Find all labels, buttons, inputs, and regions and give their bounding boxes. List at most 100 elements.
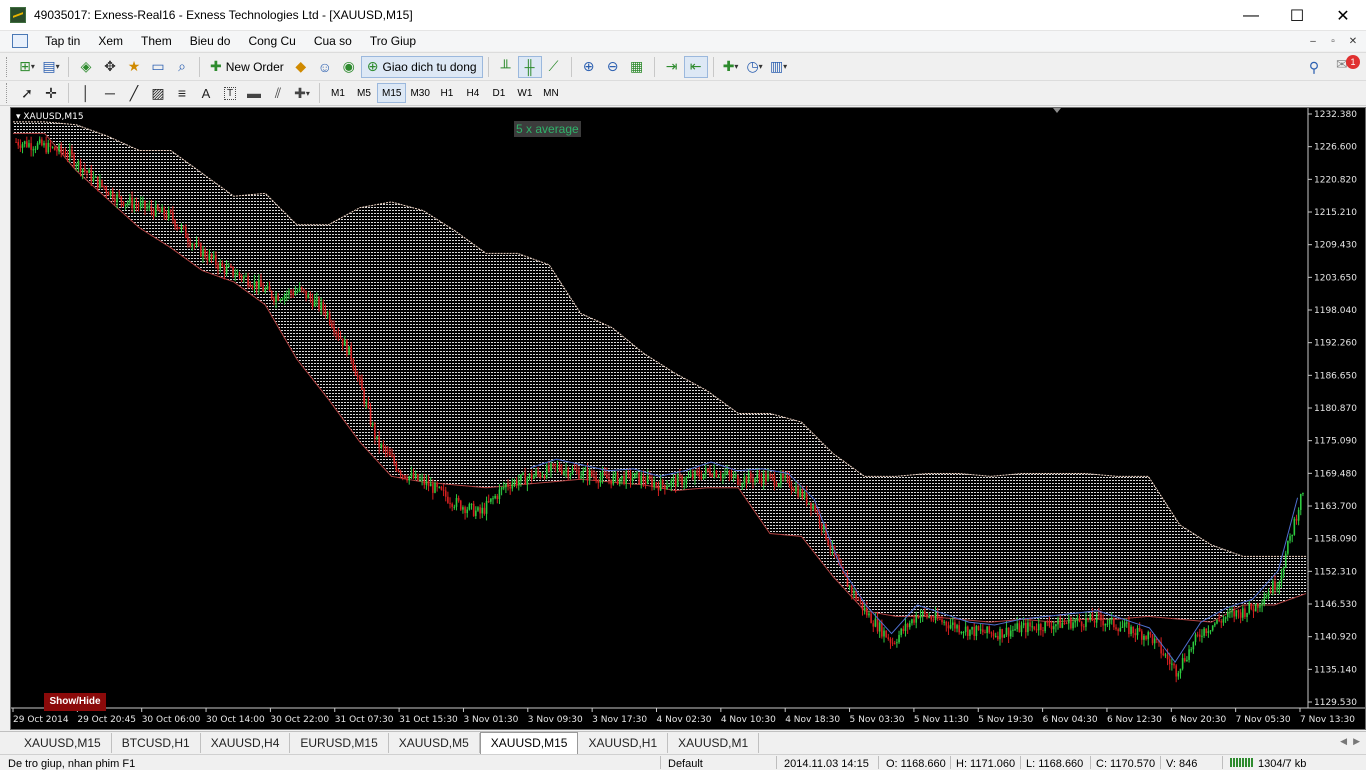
tab-xauusd-m5[interactable]: XAUUSD,M5 — [389, 732, 480, 753]
terminal-icon[interactable]: ▭ — [146, 56, 170, 78]
tab-xauusd-h1[interactable]: XAUUSD,H1 — [578, 732, 669, 753]
candle-body — [172, 212, 174, 220]
time-tick-label: 5 Nov 11:30 — [914, 715, 969, 725]
market-watch-icon[interactable]: ◈ — [74, 56, 98, 78]
minimize-button[interactable]: — — [1228, 0, 1274, 31]
zoom-out-icon[interactable]: ⊖ — [601, 56, 625, 78]
candle-body — [726, 471, 728, 474]
tab-xauusd-h4[interactable]: XAUUSD,H4 — [201, 732, 291, 753]
timeframe-w1[interactable]: W1 — [512, 83, 538, 103]
trendline-icon[interactable]: ╱ — [122, 82, 146, 104]
tile-windows-icon[interactable]: ▦ — [625, 56, 649, 78]
bar-chart-icon[interactable]: ╨ — [494, 56, 518, 78]
label-tool-button[interactable]: T — [218, 82, 242, 104]
time-tick-label: 6 Nov 04:30 — [1043, 715, 1098, 725]
notifications-icon[interactable]: ✉ 1 — [1336, 55, 1360, 78]
show-hide-button[interactable]: Show/Hide — [44, 693, 106, 711]
tab-xauusd-m15-1[interactable]: XAUUSD,M15 — [14, 732, 112, 753]
fibonacci-icon[interactable]: ≡ — [170, 82, 194, 104]
tab-scroll-left-icon[interactable]: ◀ — [1340, 736, 1347, 747]
mdi-minimize-button[interactable]: – — [1304, 33, 1322, 49]
candle-body — [1110, 618, 1113, 620]
cloud-bullish-segment — [1179, 524, 1212, 623]
tab-scroll-right-icon[interactable]: ▶ — [1353, 736, 1360, 747]
line-chart-icon[interactable]: ⟋ — [542, 56, 566, 78]
chart-window-icon[interactable] — [12, 34, 28, 48]
candle-body — [406, 478, 408, 481]
candle-body — [285, 293, 288, 295]
toolbar-right-tools: ⚲ ✉ 1 — [1302, 55, 1360, 78]
market-icon[interactable]: ◉ — [337, 56, 361, 78]
candle-body — [513, 480, 516, 484]
maximize-button[interactable]: ☐ — [1274, 0, 1320, 31]
mdi-restore-button[interactable]: ▫ — [1324, 33, 1342, 49]
candle-body — [1014, 629, 1016, 631]
menu-help[interactable]: Tro Giup — [361, 31, 425, 51]
timeframe-m5[interactable]: M5 — [351, 83, 377, 103]
timeframe-h1[interactable]: H1 — [434, 83, 460, 103]
tab-xauusd-m15-active[interactable]: XAUUSD,M15 — [479, 731, 579, 754]
vertical-line-icon[interactable]: │ — [74, 82, 98, 104]
horizontal-line-icon[interactable]: ─ — [98, 82, 122, 104]
candle-body — [382, 444, 385, 448]
timeframe-m30[interactable]: M30 — [406, 83, 433, 103]
periods-icon[interactable]: ◷ ▾ — [743, 56, 767, 78]
menu-file[interactable]: Tap tin — [36, 31, 89, 51]
timeframe-m15[interactable]: M15 — [377, 83, 407, 103]
close-button[interactable]: ✕ — [1320, 0, 1366, 31]
text-tool-button[interactable]: A — [194, 82, 218, 104]
cursor-icon[interactable]: ➚ — [15, 82, 39, 104]
indicators-icon[interactable]: ✚ ▾ — [719, 56, 743, 78]
candle-body — [1179, 668, 1182, 674]
chart-window[interactable]: 1232.380 1226.600 1220.820 1215.210 1209.430… — [10, 107, 1366, 730]
auto-scroll-icon[interactable]: ⇤ — [683, 55, 708, 78]
signals-icon[interactable]: ☺ — [313, 56, 337, 78]
timeframe-m1[interactable]: M1 — [325, 83, 351, 103]
data-window-icon[interactable]: ✥ — [98, 56, 122, 78]
toolbar-grip[interactable] — [6, 56, 9, 77]
templates-icon[interactable]: ▥ ▾ — [767, 56, 791, 78]
menu-tools[interactable]: Cong Cu — [239, 31, 304, 51]
candle-body — [86, 171, 88, 174]
candle-body — [797, 487, 799, 497]
tab-btcusd-h1[interactable]: BTCUSD,H1 — [112, 732, 201, 753]
candle-body — [1164, 654, 1167, 656]
menu-charts[interactable]: Bieu do — [181, 31, 240, 51]
rectangle-icon[interactable]: ▬ — [242, 82, 266, 104]
price-chart[interactable]: 1232.380 1226.600 1220.820 1215.210 1209.430… — [11, 108, 1365, 729]
candlestick-chart-icon[interactable]: ╫ — [517, 55, 542, 78]
strategy-tester-icon[interactable]: ⌕ — [170, 56, 194, 78]
menu-insert[interactable]: Them — [132, 31, 181, 51]
auto-trading-button[interactable]: ⊕ Giao dich tu dong — [360, 55, 483, 78]
candle-body — [1259, 605, 1261, 608]
menu-window[interactable]: Cua so — [305, 31, 361, 51]
crosshair-icon[interactable]: ✛ — [39, 82, 63, 104]
candle-body — [1102, 620, 1104, 626]
tab-xauusd-m1[interactable]: XAUUSD,M1 — [668, 732, 760, 753]
tab-eurusd-m15[interactable]: EURUSD,M15 — [290, 732, 389, 753]
candle-body — [1254, 603, 1257, 612]
candle-body — [563, 471, 565, 474]
candle-body — [316, 298, 318, 300]
equidistant-channel-icon[interactable]: ▨ — [146, 82, 170, 104]
toolbar-grip[interactable] — [6, 83, 9, 103]
metaeditor-icon[interactable]: ◆ — [289, 56, 313, 78]
profiles-icon[interactable]: ▤ ▾ — [39, 56, 63, 78]
mdi-close-button[interactable]: ✕ — [1344, 33, 1362, 49]
timeframe-mn[interactable]: MN — [538, 83, 564, 103]
new-order-button[interactable]: ✚ New Order — [205, 56, 289, 78]
arrows-icon[interactable]: ✚ ▾ — [290, 82, 314, 104]
candle-body — [204, 249, 206, 258]
timeframe-d1[interactable]: D1 — [486, 83, 512, 103]
candle-body — [911, 619, 913, 624]
chart-shift-icon[interactable]: ⇥ — [660, 56, 684, 78]
search-icon[interactable]: ⚲ — [1302, 56, 1326, 78]
timeframe-h4[interactable]: H4 — [460, 83, 486, 103]
gann-fan-icon[interactable]: ⫽ — [266, 82, 290, 104]
candle-body — [1220, 621, 1223, 623]
menu-view[interactable]: Xem — [89, 31, 132, 51]
candle-body — [661, 479, 664, 485]
navigator-icon[interactable]: ★ — [122, 56, 146, 78]
zoom-in-icon[interactable]: ⊕ — [577, 56, 601, 78]
new-chart-icon[interactable]: ⊞ ▾ — [15, 56, 39, 78]
